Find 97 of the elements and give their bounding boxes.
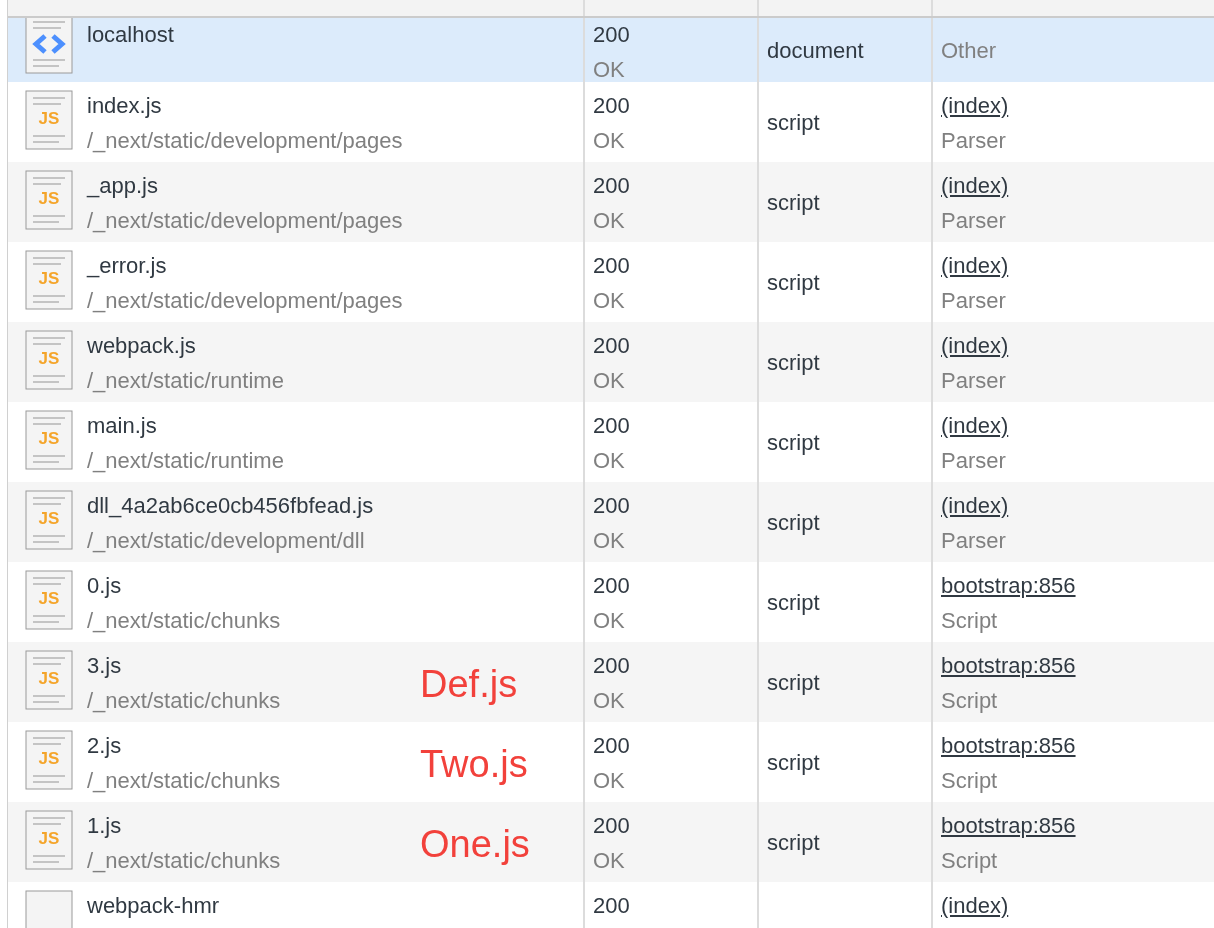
status-code: 200 xyxy=(593,812,630,840)
file-path: /_next/static/development/pages xyxy=(87,287,403,315)
file-path: /_next/static/development/pages xyxy=(87,127,403,155)
status-text: OK xyxy=(593,767,626,795)
script-file-icon: JS xyxy=(25,410,73,470)
type-text: script xyxy=(767,668,820,697)
script-file-icon: JS xyxy=(25,570,73,630)
file-path: /_next/static/development/dll xyxy=(87,527,366,555)
script-file-icon: JS xyxy=(25,650,73,710)
script-file-icon: JS xyxy=(25,490,73,550)
file-name: dll_4a2ab6ce0cb456fbfead.js xyxy=(87,492,374,520)
initiator-link[interactable]: bootstrap:856 xyxy=(941,648,1076,683)
status-code: 200 xyxy=(593,652,630,680)
file-name: _app.js xyxy=(87,172,159,200)
file-path: /_next/static/chunks xyxy=(87,607,281,635)
type-text: script xyxy=(767,588,820,617)
annotation-text: Two.js xyxy=(420,744,528,784)
script-file-icon: JS xyxy=(25,170,73,230)
status-code: 200 xyxy=(593,252,630,280)
request-row[interactable]: localhost 200 OK document Other xyxy=(8,18,1214,82)
type-text: document xyxy=(767,36,864,65)
status-code: 200 xyxy=(593,92,630,120)
initiator-link[interactable]: (index) xyxy=(941,168,1009,203)
initiator-detail: Script xyxy=(941,607,999,635)
file-path: /_next/static/runtime xyxy=(87,367,284,395)
initiator-detail: Parser xyxy=(941,207,1007,235)
initiator-link[interactable]: (index) xyxy=(941,248,1009,283)
initiator-detail: Parser xyxy=(941,447,1007,475)
request-row[interactable]: JS webpack.js /_next/static/runtime 200 OK script (index) Parser xyxy=(8,322,1214,402)
file-name: index.js xyxy=(87,92,163,120)
request-row[interactable]: JS 3.js /_next/static/chunks Def.js 200 OK script bootstrap:856 Script xyxy=(8,642,1214,722)
file-name: webpack.js xyxy=(87,332,197,360)
initiator-link[interactable]: (index) xyxy=(941,88,1009,123)
status-text: OK xyxy=(593,367,626,395)
annotation-text: One.js xyxy=(420,824,530,864)
file-name: _error.js xyxy=(87,252,168,280)
file-name: main.js xyxy=(87,412,158,440)
request-row[interactable]: JS dll_4a2ab6ce0cb456fbfead.js /_next/static/development/dll 200 OK script (index) Parser xyxy=(8,482,1214,562)
type-text: script xyxy=(767,348,820,377)
file-path: /_next/static/chunks xyxy=(87,767,281,795)
file-path: /_next/static/runtime xyxy=(87,447,284,475)
initiator-link[interactable]: bootstrap:856 xyxy=(941,728,1076,763)
status-text: OK xyxy=(593,847,626,875)
type-text: script xyxy=(767,428,820,457)
status-text: OK xyxy=(593,607,626,635)
request-row[interactable]: JS 1.js /_next/static/chunks One.js 200 OK script bootstrap:856 Script xyxy=(8,802,1214,882)
status-code: 200 xyxy=(593,21,630,49)
annotation-text: Def.js xyxy=(420,664,518,704)
status-code: 200 xyxy=(593,732,630,760)
type-text: script xyxy=(767,508,820,537)
initiator-link[interactable]: (index) xyxy=(941,328,1009,363)
file-path: /_next/static/development/pages xyxy=(87,207,403,235)
initiator-detail: Script xyxy=(941,847,999,875)
script-file-icon: JS xyxy=(25,330,73,390)
status-code: 200 xyxy=(593,412,630,440)
file-path: /_next/static/chunks xyxy=(87,687,281,715)
status-text: OK xyxy=(593,127,626,155)
initiator-link[interactable]: bootstrap:856 xyxy=(941,568,1076,603)
file-name: 2.js xyxy=(87,732,123,760)
initiator-link[interactable]: (index) xyxy=(941,488,1009,523)
type-text: script xyxy=(767,828,820,857)
status-text: OK xyxy=(593,687,626,715)
status-code: 200 xyxy=(593,492,630,520)
initiator-detail: Parser xyxy=(941,287,1007,315)
file-name: webpack-hmr xyxy=(87,892,220,920)
status-text: OK xyxy=(593,287,626,315)
status-code: 200 xyxy=(593,172,630,200)
status-text: OK xyxy=(593,447,626,475)
status-text: OK xyxy=(593,207,626,235)
initiator-detail: Parser xyxy=(941,367,1007,395)
request-row[interactable]: JS _app.js /_next/static/development/pages 200 OK script (index) Parser xyxy=(8,162,1214,242)
type-text: script xyxy=(767,108,820,137)
initiator-text: Other xyxy=(941,36,997,65)
initiator-detail: Script xyxy=(941,767,999,795)
script-file-icon: JS xyxy=(25,810,73,870)
file-name: 3.js xyxy=(87,652,123,680)
initiator-link[interactable]: bootstrap:856 xyxy=(941,808,1076,843)
file-name: 1.js xyxy=(87,812,123,840)
initiator-detail: Parser xyxy=(941,527,1007,555)
file-name: localhost xyxy=(87,21,174,49)
status-code: 200 xyxy=(593,572,630,600)
initiator-detail: Script xyxy=(941,687,999,715)
type-text: script xyxy=(767,268,820,297)
script-file-icon: JS xyxy=(25,730,73,790)
type-text: script xyxy=(767,188,820,217)
status-code: 200 xyxy=(593,332,630,360)
status-code: 200 xyxy=(593,892,630,920)
script-file-icon: JS xyxy=(25,250,73,310)
script-file-icon: JS xyxy=(25,90,73,150)
type-text: script xyxy=(767,748,820,777)
status-text: OK xyxy=(593,56,626,82)
file-path: /_next/static/chunks xyxy=(87,847,281,875)
status-text: OK xyxy=(593,527,626,555)
initiator-link[interactable]: (index) xyxy=(941,888,1009,923)
initiator-link[interactable]: (index) xyxy=(941,408,1009,443)
file-name: 0.js xyxy=(87,572,123,600)
initiator-detail: Parser xyxy=(941,127,1007,155)
